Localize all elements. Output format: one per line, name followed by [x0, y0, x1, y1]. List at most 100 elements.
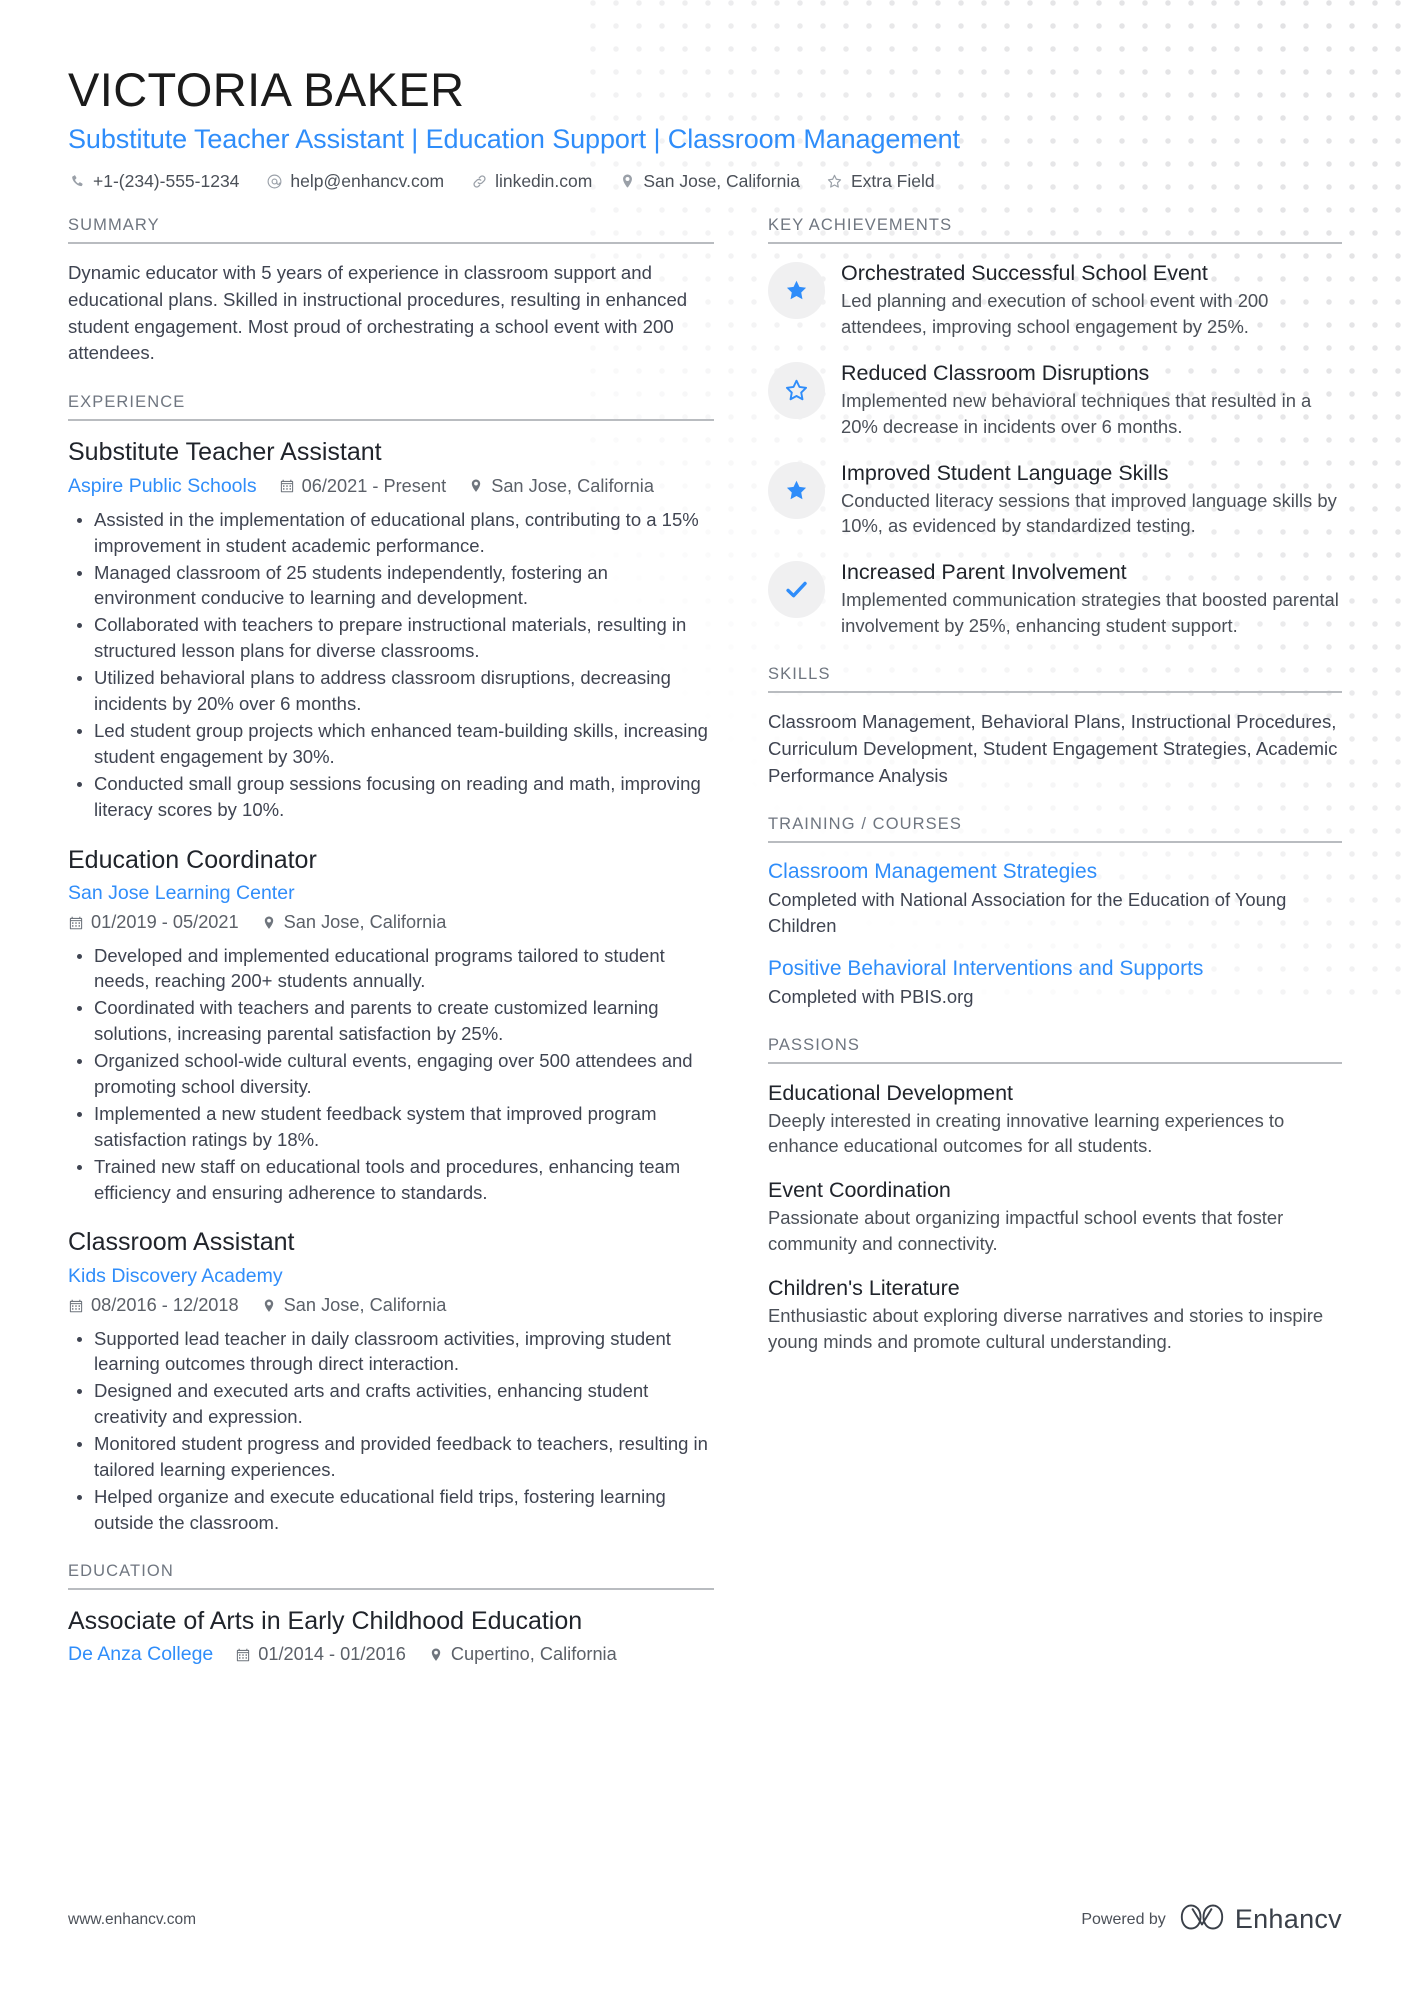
meta-location: San Jose, California: [261, 909, 447, 936]
location-icon: [261, 914, 277, 931]
location-icon: [618, 173, 636, 191]
location-icon: [261, 1297, 277, 1314]
experience-role: Substitute Teacher Assistant: [68, 438, 382, 467]
footer-website-url[interactable]: www.enhancv.com: [68, 1911, 196, 1929]
location-icon: [428, 1646, 444, 1663]
experience-list: Substitute Teacher Assistant Aspire Publ…: [68, 437, 714, 1536]
section-title-skills: SKILLS: [768, 665, 1342, 693]
experience-bullet: Implemented a new student feedback syste…: [68, 1101, 714, 1153]
education-institution[interactable]: De Anza College: [68, 1640, 213, 1669]
experience-bullet: Assisted in the implementation of educat…: [68, 507, 714, 559]
section-title-education: EDUCATION: [68, 1562, 714, 1590]
passion-name: Educational Development: [768, 1080, 1014, 1105]
meta-calendar: 01/2014 - 01/2016: [235, 1641, 406, 1668]
achievement-description: Conducted literacy sessions that improve…: [841, 489, 1337, 537]
experience-entry: Substitute Teacher Assistant Aspire Publ…: [68, 437, 714, 822]
link-icon: [470, 173, 488, 191]
star-outline-icon: [783, 377, 810, 404]
contact-item[interactable]: Extra Field: [826, 171, 935, 192]
passion-name: Event Coordination: [768, 1178, 951, 1203]
meta-calendar: 08/2016 - 12/2018: [68, 1292, 239, 1319]
education-degree: Associate of Arts in Early Childhood Edu…: [68, 1606, 583, 1635]
experience-bullet: Helped organize and execute educational …: [68, 1484, 714, 1536]
experience-organization[interactable]: Kids Discovery Academy: [68, 1262, 714, 1291]
training-course-item: Positive Behavioral Interventions and Su…: [768, 956, 1342, 1009]
section-experience: EXPERIENCE Substitute Teacher Assistant …: [68, 393, 714, 1536]
meta-text: Cupertino, California: [450, 1644, 617, 1665]
skills-text: Classroom Management, Behavioral Plans, …: [768, 711, 1338, 786]
section-skills: SKILLS Classroom Management, Behavioral …: [768, 665, 1342, 789]
experience-organization[interactable]: San Jose Learning Center: [68, 879, 714, 908]
experience-entry: Classroom Assistant Kids Discovery Acade…: [68, 1227, 714, 1535]
experience-bullets: Developed and implemented educational pr…: [68, 943, 714, 1206]
achievements-list: Orchestrated Successful School Event Led…: [768, 260, 1342, 639]
education-meta: De Anza College 01/2014 - 01/2016 Cupert…: [68, 1640, 714, 1669]
experience-bullets: Supported lead teacher in daily classroo…: [68, 1326, 714, 1536]
enhancv-logo: Enhancv: [1180, 1902, 1342, 1937]
location-icon: [468, 478, 484, 495]
experience-bullet: Developed and implemented educational pr…: [68, 943, 714, 995]
contact-text: linkedin.com: [495, 171, 593, 191]
meta-text: 01/2014 - 01/2016: [258, 1644, 406, 1665]
passion-description: Passionate about organizing impactful sc…: [768, 1207, 1284, 1254]
enhancv-wordmark: Enhancv: [1234, 1904, 1342, 1934]
resume-footer: www.enhancv.com Powered by Enhancv: [0, 1902, 1410, 1937]
passion-description: Deeply interested in creating innovative…: [768, 1109, 1285, 1157]
experience-meta: San Jose Learning Center 01/2019 - 05/20…: [68, 879, 714, 937]
experience-bullet: Organized school-wide cultural events, e…: [68, 1048, 714, 1100]
resume-content: VICTORIA BAKER Substitute Teacher Assist…: [0, 0, 1410, 1673]
meta-location: San Jose, California: [468, 473, 654, 500]
achievement-badge: [768, 461, 825, 519]
meta-text: 06/2021 - Present: [301, 475, 447, 496]
section-passions: PASSIONS Educational Development Deeply …: [768, 1036, 1342, 1355]
section-title-summary: SUMMARY: [68, 216, 714, 244]
education-list: Associate of Arts in Early Childhood Edu…: [68, 1606, 714, 1670]
footer-brand: Powered by Enhancv: [1081, 1902, 1342, 1937]
powered-by-label: Powered by: [1081, 1910, 1166, 1928]
section-key-achievements: KEY ACHIEVEMENTS Orchestrated Successful…: [768, 216, 1342, 639]
meta-text: San Jose, California: [283, 912, 447, 933]
meta-text: 01/2019 - 05/2021: [91, 912, 239, 933]
contact-item[interactable]: San Jose, California: [618, 171, 800, 192]
achievement-title: Improved Student Language Skills: [841, 460, 1169, 485]
experience-bullet: Monitored student progress and provided …: [68, 1431, 714, 1483]
achievement-title: Reduced Classroom Disruptions: [841, 360, 1150, 385]
phone-icon: [68, 173, 86, 191]
experience-bullet: Led student group projects which enhance…: [68, 718, 714, 770]
section-title-experience: EXPERIENCE: [68, 393, 714, 422]
achievement-badge: [768, 262, 825, 319]
contact-item[interactable]: linkedin.com: [470, 171, 592, 192]
enhancv-mark-icon: [1180, 1902, 1224, 1937]
key-achievement-item: Increased Parent Involvement Implemented…: [768, 559, 1342, 639]
email-icon: [265, 173, 283, 191]
contact-item[interactable]: +1-(234)-555-1234: [68, 171, 239, 192]
experience-organization[interactable]: Aspire Public Schools: [68, 472, 257, 501]
contact-text: +1-(234)-555-1234: [93, 171, 240, 191]
experience-entry: Education Coordinator San Jose Learning …: [68, 845, 714, 1206]
resume-header: VICTORIA BAKER Substitute Teacher Assist…: [68, 0, 1342, 192]
contact-text: help@enhancv.com: [290, 171, 445, 191]
achievement-description: Led planning and execution of school eve…: [841, 290, 1269, 337]
resume-page: VICTORIA BAKER Substitute Teacher Assist…: [0, 0, 1410, 1995]
candidate-name: VICTORIA BAKER: [68, 63, 465, 116]
achievement-title: Orchestrated Successful School Event: [841, 261, 1208, 285]
course-name[interactable]: Positive Behavioral Interventions and Su…: [768, 956, 1342, 982]
meta-calendar: 01/2019 - 05/2021: [68, 909, 239, 936]
star-outline-icon: [826, 173, 844, 191]
meta-text: San Jose, California: [491, 475, 654, 496]
experience-bullets: Assisted in the implementation of educat…: [68, 507, 714, 823]
section-summary: SUMMARY Dynamic educator with 5 years of…: [68, 216, 714, 367]
experience-bullet: Trained new staff on educational tools a…: [68, 1154, 714, 1206]
contact-text: Extra Field: [850, 171, 935, 191]
course-name[interactable]: Classroom Management Strategies: [768, 859, 1342, 885]
passion-name: Children's Literature: [768, 1275, 960, 1300]
contact-item[interactable]: help@enhancv.com: [265, 171, 444, 192]
experience-bullet: Collaborated with teachers to prepare in…: [68, 612, 714, 664]
contact-text: San Jose, California: [643, 171, 800, 191]
passion-item: Educational Development Deeply intereste…: [768, 1080, 1342, 1160]
star-filled-icon: [783, 277, 810, 304]
contact-row: +1-(234)-555-1234 help@enhancv.com linkedi…: [68, 171, 1342, 192]
summary-text: Dynamic educator with 5 years of experie…: [68, 262, 688, 364]
candidate-headline: Substitute Teacher Assistant | Education…: [68, 124, 960, 155]
right-column: KEY ACHIEVEMENTS Orchestrated Successful…: [768, 216, 1342, 1358]
